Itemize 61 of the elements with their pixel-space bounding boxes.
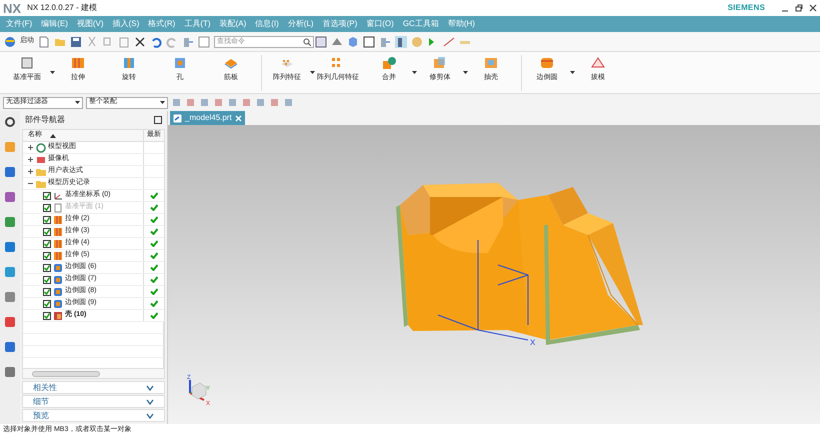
app-logo: NX [3, 2, 22, 14]
settings-icon[interactable] [3, 115, 17, 129]
extrude-icon [53, 226, 63, 236]
axis-label: X [530, 338, 536, 347]
checked-checkbox-icon[interactable] [43, 204, 51, 212]
cube-sphere-icon [381, 55, 397, 71]
brand-label: SIEMENS [728, 2, 765, 14]
coordinate-system-icon [53, 190, 63, 200]
undo-icon[interactable] [150, 36, 162, 48]
extrude-icon [53, 250, 63, 260]
new-file-icon[interactable] [38, 36, 50, 48]
collapse-icon[interactable] [27, 180, 34, 187]
collapsible-section[interactable]: 细节 [22, 395, 165, 408]
cylinder-icon [121, 55, 137, 71]
plane-icon [53, 202, 63, 212]
expand-icon[interactable] [27, 168, 34, 175]
checked-checkbox-icon[interactable] [43, 192, 51, 200]
door-arrow-icon[interactable] [379, 36, 391, 48]
door-arrow-icon[interactable] [182, 36, 194, 48]
window-frame-icon[interactable] [363, 36, 375, 48]
camera-icon [36, 154, 46, 164]
checked-checkbox-icon[interactable] [43, 216, 51, 224]
view-triad-icon [189, 380, 206, 401]
panel-title: 部件导航器 [25, 114, 66, 126]
restore-icon[interactable] [795, 4, 803, 12]
checked-checkbox-icon[interactable] [43, 276, 51, 284]
part-file-icon [173, 114, 182, 122]
bar-stack-icon [70, 55, 86, 71]
save-icon[interactable] [70, 36, 82, 48]
blank-square-icon[interactable] [198, 36, 210, 48]
checked-checkbox-icon[interactable] [43, 264, 51, 272]
expand-icon[interactable] [27, 156, 34, 163]
extrude-icon [53, 214, 63, 224]
checked-checkbox-icon[interactable] [43, 252, 51, 260]
checked-checkbox-icon[interactable] [43, 228, 51, 236]
rounded-block-icon [539, 55, 555, 71]
close-icon[interactable] [809, 4, 817, 12]
checked-checkbox-icon[interactable] [43, 288, 51, 296]
caret-icon [160, 100, 165, 104]
extrude-icon [53, 238, 63, 248]
shell-icon [53, 310, 63, 320]
trim-body-icon [432, 55, 448, 71]
window-title: NX 12.0.0.27 - 建模 [27, 2, 97, 14]
collapsible-section[interactable]: 预览 [22, 409, 165, 422]
hole-cube-icon [172, 55, 188, 71]
sort-ascending-icon [50, 134, 56, 138]
views-icon [36, 142, 46, 152]
checked-checkbox-icon[interactable] [43, 312, 51, 320]
maximize-icon[interactable] [154, 116, 162, 124]
section-view-icon[interactable] [395, 36, 407, 48]
globe-icon[interactable] [4, 36, 16, 48]
view-grid-icon[interactable] [315, 36, 327, 48]
collapsible-section[interactable]: 相关性 [22, 381, 165, 394]
checked-checkbox-icon[interactable] [43, 240, 51, 248]
delete-icon[interactable] [134, 36, 146, 48]
hollow-box-icon [483, 55, 499, 71]
horizontal-scrollbar[interactable] [23, 368, 164, 378]
expand-icon[interactable] [27, 144, 34, 151]
plane-icon [19, 55, 35, 71]
checked-checkbox-icon[interactable] [43, 300, 51, 308]
caret-icon [75, 100, 80, 104]
